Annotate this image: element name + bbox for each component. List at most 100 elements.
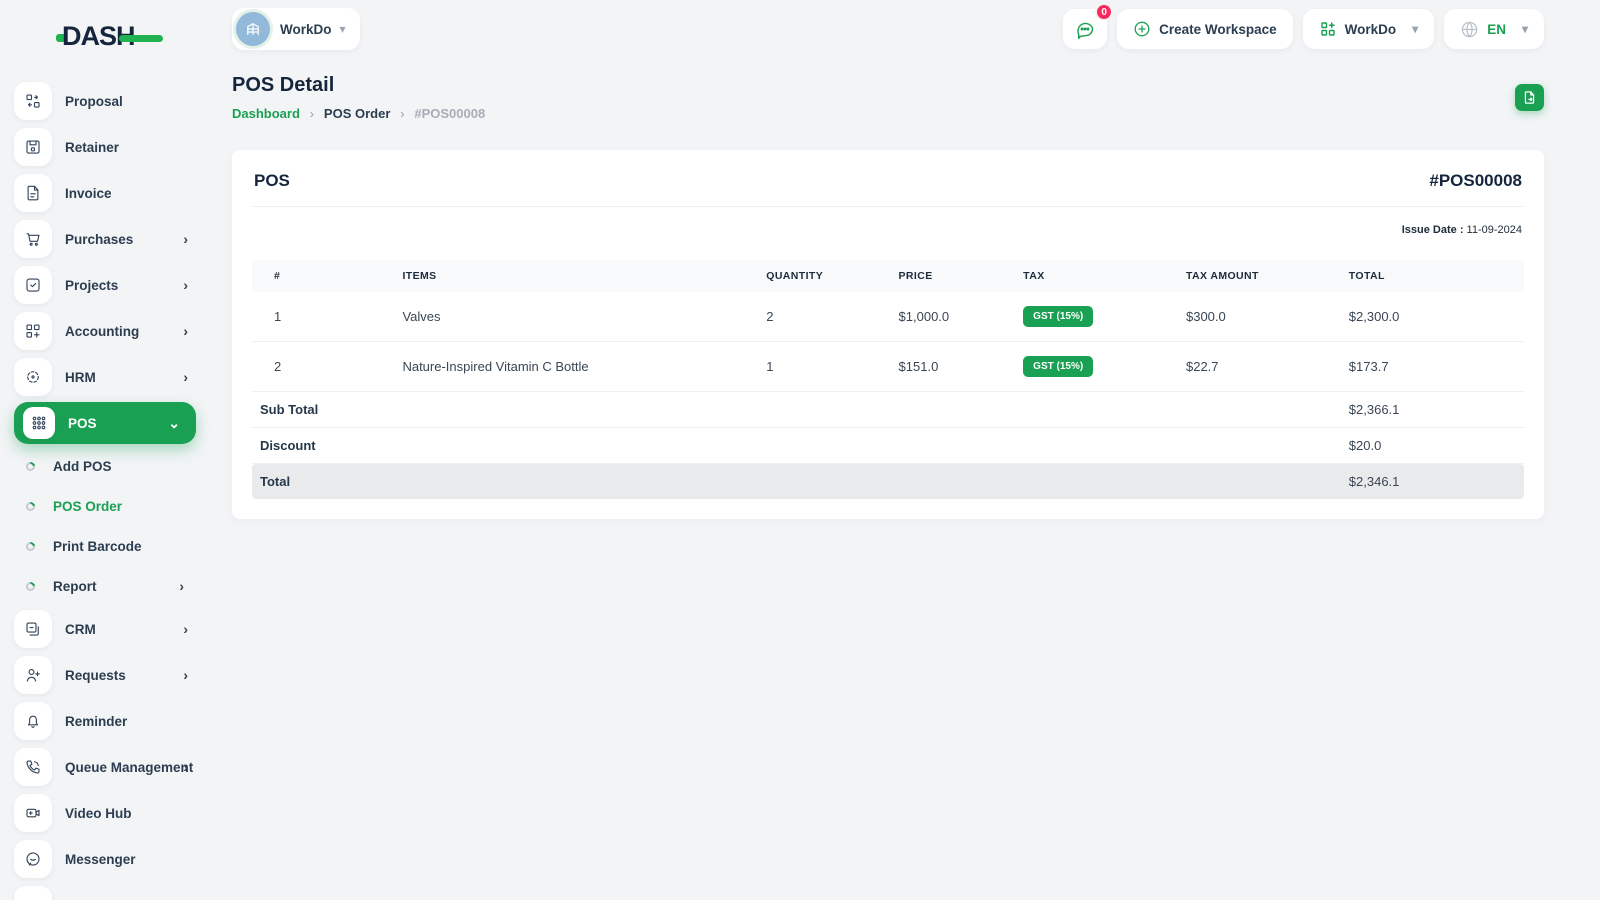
tax-badge: GST (15%) — [1023, 356, 1094, 377]
empty-cell — [1177, 463, 1341, 499]
col-price: PRICE — [890, 260, 1016, 292]
pos-detail-card: POS #POS00008 Issue Date : 11-09-2024 # … — [232, 150, 1544, 519]
sidebar-item-helpdesk[interactable]: Helpdesk — [0, 882, 210, 900]
sidebar-item-requests[interactable]: Requests › — [0, 652, 210, 698]
app-root: DASH Proposal Retainer Invoice Purchases › Pr… — [0, 0, 1600, 900]
sidebar-item-label: Reminder — [65, 713, 128, 729]
page-header-text: POS Detail Dashboard › POS Order › #POS0… — [232, 74, 485, 121]
sidebar-item-label: Requests — [65, 667, 126, 683]
cell-price: $151.0 — [890, 341, 1016, 392]
sidebar-item-reminder[interactable]: Reminder — [0, 698, 210, 744]
workspace-switcher[interactable]: WorkDo ▾ — [232, 8, 360, 50]
empty-cell — [1015, 463, 1178, 499]
chevron-right-icon: › — [183, 323, 188, 339]
col-index: # — [252, 260, 395, 292]
issue-date-value: 11-09-2024 — [1466, 224, 1522, 236]
sidebar-subitem-label: Report — [53, 578, 97, 594]
invoice-icon — [14, 174, 52, 212]
chevron-down-icon: ⌄ — [168, 415, 180, 431]
globe-icon — [1461, 21, 1478, 37]
summary-row: Sub Total $2,366.1 — [252, 391, 1524, 428]
empty-cell — [1015, 427, 1178, 464]
sidebar-item-video-hub[interactable]: Video Hub — [0, 790, 210, 836]
empty-cell — [890, 427, 1016, 464]
chat-icon — [1077, 22, 1094, 39]
summary-value: $2,366.1 — [1340, 391, 1524, 428]
sidebar-item-invoice[interactable]: Invoice — [0, 170, 210, 216]
export-pos-button[interactable] — [1515, 84, 1544, 111]
sidebar-item-purchases[interactable]: Purchases › — [0, 216, 210, 262]
sidebar-item-accounting[interactable]: Accounting › — [0, 308, 210, 354]
sidebar-subitem-label: POS Order — [53, 498, 123, 514]
sidebar-item-messenger[interactable]: Messenger — [0, 836, 210, 882]
create-workspace-button[interactable]: Create Workspace — [1117, 9, 1293, 49]
sidebar-subitem-label: Print Barcode — [53, 538, 142, 554]
table-header-row: # ITEMS QUANTITY PRICE TAX TAX AMOUNT TO… — [252, 260, 1524, 292]
summary-label: Discount — [252, 427, 395, 464]
summary-value: $20.0 — [1340, 427, 1524, 464]
messages-button[interactable]: 0 — [1063, 3, 1114, 49]
empty-cell — [1177, 427, 1341, 464]
video-icon — [14, 794, 52, 832]
chevron-right-icon: › — [183, 277, 188, 293]
cell-item: Nature-Inspired Vitamin C Bottle — [394, 341, 759, 392]
app-logo[interactable]: DASH — [56, 18, 210, 54]
col-total: TOTAL — [1340, 260, 1524, 292]
pos-number: #POS00008 — [1429, 171, 1522, 190]
cell-price: $1,000.0 — [890, 292, 1016, 342]
sidebar-subitem-add-pos[interactable]: Add POS — [0, 446, 210, 486]
empty-cell — [394, 391, 759, 428]
topbar: WorkDo ▾ 0 Create Workspace WorkDo ▾ EN … — [232, 0, 1544, 50]
empty-cell — [1177, 391, 1341, 428]
sidebar-item-retainer[interactable]: Retainer — [0, 124, 210, 170]
empty-cell — [1015, 391, 1178, 428]
empty-cell — [394, 463, 759, 499]
file-export-icon — [1524, 91, 1535, 104]
sidebar-item-label: Messenger — [65, 851, 136, 867]
sidebar-subitem-print-barcode[interactable]: Print Barcode — [0, 526, 210, 566]
sidebar-item-proposal[interactable]: Proposal — [0, 78, 210, 124]
sidebar-item-crm[interactable]: CRM › — [0, 606, 210, 652]
empty-cell — [758, 427, 891, 464]
breadcrumb-pos-order[interactable]: POS Order — [324, 106, 390, 121]
sidebar: DASH Proposal Retainer Invoice Purchases › Pr… — [0, 0, 210, 900]
requests-icon — [14, 656, 52, 694]
breadcrumb-separator-icon: › — [309, 106, 314, 121]
queue-icon — [14, 748, 52, 786]
sidebar-item-pos[interactable]: POS ⌄ — [14, 402, 196, 444]
sidebar-subitem-report[interactable]: Report › — [0, 566, 210, 606]
workspace-menu-button[interactable]: WorkDo ▾ — [1302, 9, 1435, 49]
total-row: Total $2,346.1 — [252, 463, 1524, 499]
sidebar-item-hrm[interactable]: HRM › — [0, 354, 210, 400]
cell-total: $173.7 — [1340, 341, 1524, 392]
language-selector[interactable]: EN ▾ — [1444, 9, 1544, 49]
issue-date-row: Issue Date : 11-09-2024 — [252, 207, 1524, 248]
cell-index: 2 — [252, 341, 395, 392]
sidebar-item-label: Queue Management — [65, 759, 194, 775]
topbar-actions: 0 Create Workspace WorkDo ▾ EN ▾ — [1063, 3, 1544, 49]
col-tax: TAX — [1015, 260, 1178, 292]
language-code: EN — [1487, 21, 1506, 37]
summary-label: Sub Total — [252, 391, 395, 428]
cell-quantity: 1 — [758, 341, 891, 392]
sidebar-item-queue-management[interactable]: Queue Management › — [0, 744, 210, 790]
main-area: WorkDo ▾ 0 Create Workspace WorkDo ▾ EN … — [210, 0, 1600, 900]
sidebar-item-label: Retainer — [65, 139, 120, 155]
chevron-right-icon: › — [183, 621, 188, 637]
breadcrumb-dashboard[interactable]: Dashboard — [232, 106, 300, 121]
bullet-icon — [24, 459, 37, 473]
cell-index: 1 — [252, 292, 395, 342]
sidebar-item-projects[interactable]: Projects › — [0, 262, 210, 308]
sidebar-item-label: Accounting — [65, 323, 140, 339]
sidebar-item-label: POS — [68, 415, 97, 431]
chevron-down-icon: ▾ — [1412, 22, 1419, 36]
sidebar-subitem-pos-order[interactable]: POS Order — [0, 486, 210, 526]
chevron-right-icon: › — [183, 231, 188, 247]
pos-icon — [23, 407, 55, 439]
cell-tax-amount: $22.7 — [1177, 341, 1341, 392]
breadcrumb: Dashboard › POS Order › #POS00008 — [232, 106, 485, 121]
chevron-right-icon: › — [183, 369, 188, 385]
logo-accent-bar — [118, 34, 163, 42]
create-workspace-label: Create Workspace — [1159, 21, 1277, 37]
chevron-right-icon: › — [179, 578, 184, 594]
